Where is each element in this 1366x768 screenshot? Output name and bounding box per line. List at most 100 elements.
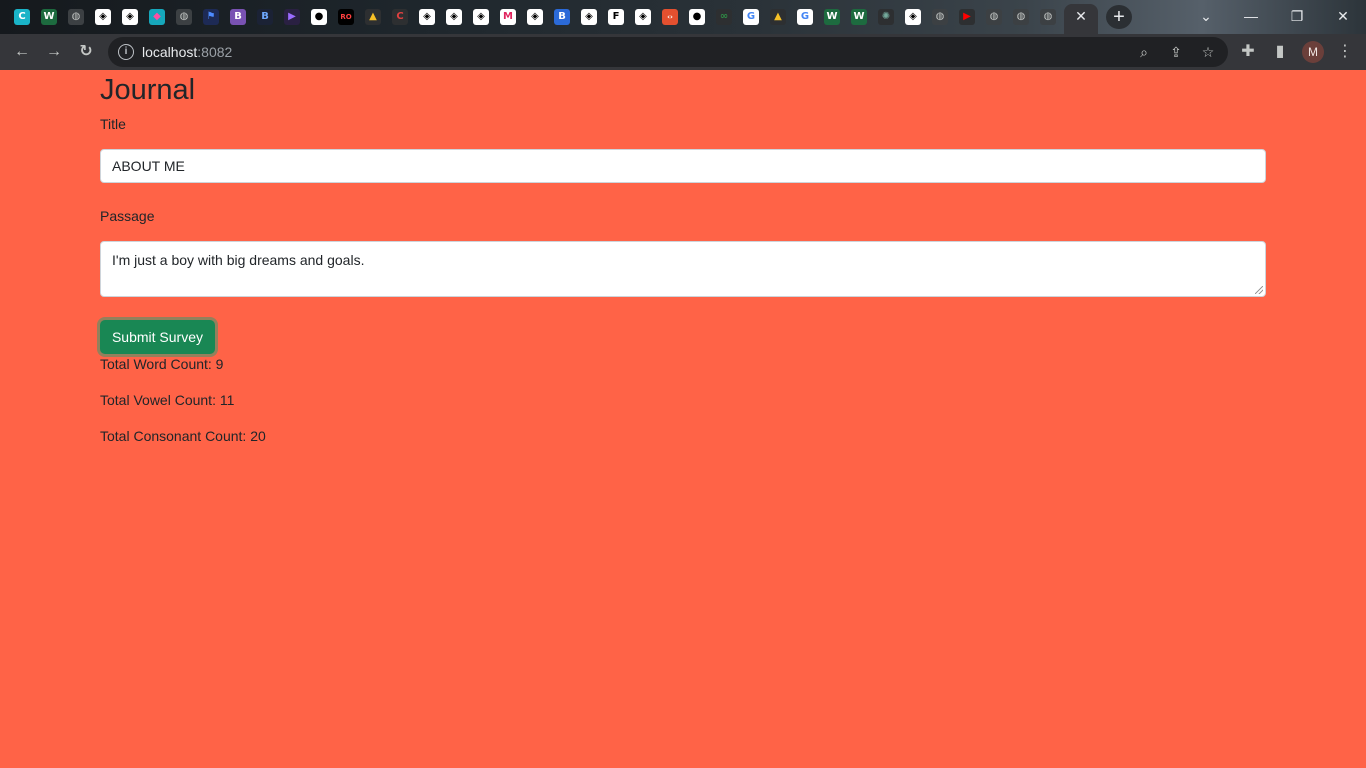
codepen-icon: ◈ (446, 9, 462, 25)
address-bar[interactable]: i localhost:8082 ⌕ ⇪ ☆ (108, 37, 1228, 67)
consonant-count-text: Total Consonant Count: 20 (100, 428, 266, 444)
side-panel-icon[interactable]: ▮ (1268, 40, 1292, 64)
browser-tab[interactable]: G (793, 6, 817, 28)
tab-search-chevron-icon[interactable]: ⌄ (1186, 3, 1226, 29)
url-text[interactable]: localhost:8082 (142, 44, 232, 60)
title-input[interactable]: ABOUT ME (100, 149, 1266, 183)
browser-tab[interactable]: ◍ (172, 6, 196, 28)
codepen-icon: ◈ (122, 9, 138, 25)
site-info-icon[interactable]: i (118, 44, 134, 60)
bookmark-star-icon[interactable]: ☆ (1198, 42, 1218, 62)
browser-tab[interactable]: RO (334, 6, 358, 28)
profile-avatar[interactable]: M (1302, 41, 1324, 63)
geeks-icon: ∞ (716, 9, 732, 25)
browser-tab[interactable]: ⚑ (199, 6, 223, 28)
browser-tab[interactable]: ◈ (442, 6, 466, 28)
submit-survey-button[interactable]: Submit Survey (100, 320, 215, 354)
bootstrap-icon: B (230, 9, 246, 25)
browser-tab[interactable]: ∞ (712, 6, 736, 28)
browser-tab[interactable]: G (739, 6, 763, 28)
title-label: Title (100, 116, 126, 132)
browser-tab[interactable]: ◈ (523, 6, 547, 28)
close-tab-icon[interactable]: ✕ (1073, 8, 1089, 24)
google-icon: G (743, 9, 759, 25)
browser-tab[interactable]: ▶ (955, 6, 979, 28)
browser-tab[interactable]: ▶ (280, 6, 304, 28)
codepen-icon: ◈ (419, 9, 435, 25)
gmail-icon: M (500, 9, 516, 25)
webflow-w-icon: W (824, 9, 840, 25)
chatgpt-icon: ✺ (878, 9, 894, 25)
github-icon: ● (689, 9, 705, 25)
bootstrap-blue-icon: B (554, 9, 570, 25)
restore-button[interactable]: ❐ (1277, 3, 1317, 29)
browser-tab[interactable]: ◈ (901, 6, 925, 28)
browser-tab[interactable]: ‹› (658, 6, 682, 28)
browser-tab[interactable]: B (550, 6, 574, 28)
browser-tab[interactable]: ▲ (361, 6, 385, 28)
word-count-text: Total Word Count: 9 (100, 356, 224, 372)
browser-tab[interactable]: ◈ (415, 6, 439, 28)
share-icon[interactable]: ⇪ (1166, 42, 1186, 62)
browser-tab[interactable]: ● (307, 6, 331, 28)
browser-tab[interactable]: ◍ (64, 6, 88, 28)
browser-tab[interactable]: C (10, 6, 34, 28)
webflow-w-icon: W (851, 9, 867, 25)
browser-tab[interactable]: B (253, 6, 277, 28)
code-icon: ‹› (662, 9, 678, 25)
vowel-count-text: Total Vowel Count: 11 (100, 392, 235, 408)
codepen-icon: ◈ (905, 9, 921, 25)
ro-icon: RO (338, 9, 354, 25)
browser-tab[interactable]: F (604, 6, 628, 28)
browser-tab[interactable]: ▲ (766, 6, 790, 28)
google-drive-icon: ▲ (365, 9, 381, 25)
google-drive-icon: ▲ (770, 9, 786, 25)
browser-tab[interactable]: ◈ (91, 6, 115, 28)
google-icon: G (797, 9, 813, 25)
passage-label: Passage (100, 208, 155, 224)
passage-text: I'm just a boy with big dreams and goals… (112, 252, 365, 268)
browser-tab[interactable]: ◆ (145, 6, 169, 28)
browser-tab[interactable]: ◈ (469, 6, 493, 28)
zoom-icon[interactable]: ⌕ (1134, 42, 1154, 62)
back-arrow-icon[interactable]: ← (10, 40, 34, 64)
browser-tab[interactable]: B (226, 6, 250, 28)
globe-icon: ◍ (68, 9, 84, 25)
resize-grip-icon[interactable] (1255, 286, 1263, 294)
page-body: Journal Title ABOUT ME Passage I'm just … (0, 70, 1366, 768)
youtube-icon: ▶ (959, 9, 975, 25)
c-brand-icon: C (392, 9, 408, 25)
codepen-icon: ◈ (635, 9, 651, 25)
forward-arrow-icon[interactable]: → (42, 40, 66, 64)
browser-tab[interactable]: M (496, 6, 520, 28)
extensions-puzzle-icon[interactable]: ✚ (1236, 40, 1260, 64)
browser-tab[interactable]: ◍ (1036, 6, 1060, 28)
browser-tab[interactable]: W (37, 6, 61, 28)
browser-toolbar: ← → ↻ i localhost:8082 ⌕ ⇪ ☆ ✚ ▮ M ⋮ (0, 34, 1366, 70)
github-icon: ● (311, 9, 327, 25)
close-window-button[interactable]: ✕ (1323, 3, 1363, 29)
browser-tab[interactable]: ✺ (874, 6, 898, 28)
codepen-icon: ◈ (473, 9, 489, 25)
browser-tab[interactable]: ◍ (928, 6, 952, 28)
browser-tab[interactable]: W (847, 6, 871, 28)
browser-tab[interactable]: ● (685, 6, 709, 28)
globe-icon: ◍ (986, 9, 1002, 25)
flag-icon: ⚑ (203, 9, 219, 25)
browser-tab[interactable]: ◈ (631, 6, 655, 28)
browser-tab[interactable]: C (388, 6, 412, 28)
browser-tab[interactable]: ◈ (577, 6, 601, 28)
reload-icon[interactable]: ↻ (74, 40, 98, 64)
passage-textarea[interactable]: I'm just a boy with big dreams and goals… (100, 241, 1266, 297)
cube-icon: ◆ (149, 9, 165, 25)
browser-tab[interactable]: ◍ (1009, 6, 1033, 28)
menu-kebab-icon[interactable]: ⋮ (1333, 40, 1357, 64)
browser-tab[interactable]: ◍ (982, 6, 1006, 28)
codepen-icon: ◈ (527, 9, 543, 25)
browser-tab[interactable]: W (820, 6, 844, 28)
minimize-button[interactable]: — (1231, 3, 1271, 29)
browser-tab[interactable]: ◈ (118, 6, 142, 28)
codepen-icon: ◈ (581, 9, 597, 25)
globe-icon: ◍ (1040, 9, 1056, 25)
new-tab-button[interactable]: + (1106, 5, 1132, 29)
